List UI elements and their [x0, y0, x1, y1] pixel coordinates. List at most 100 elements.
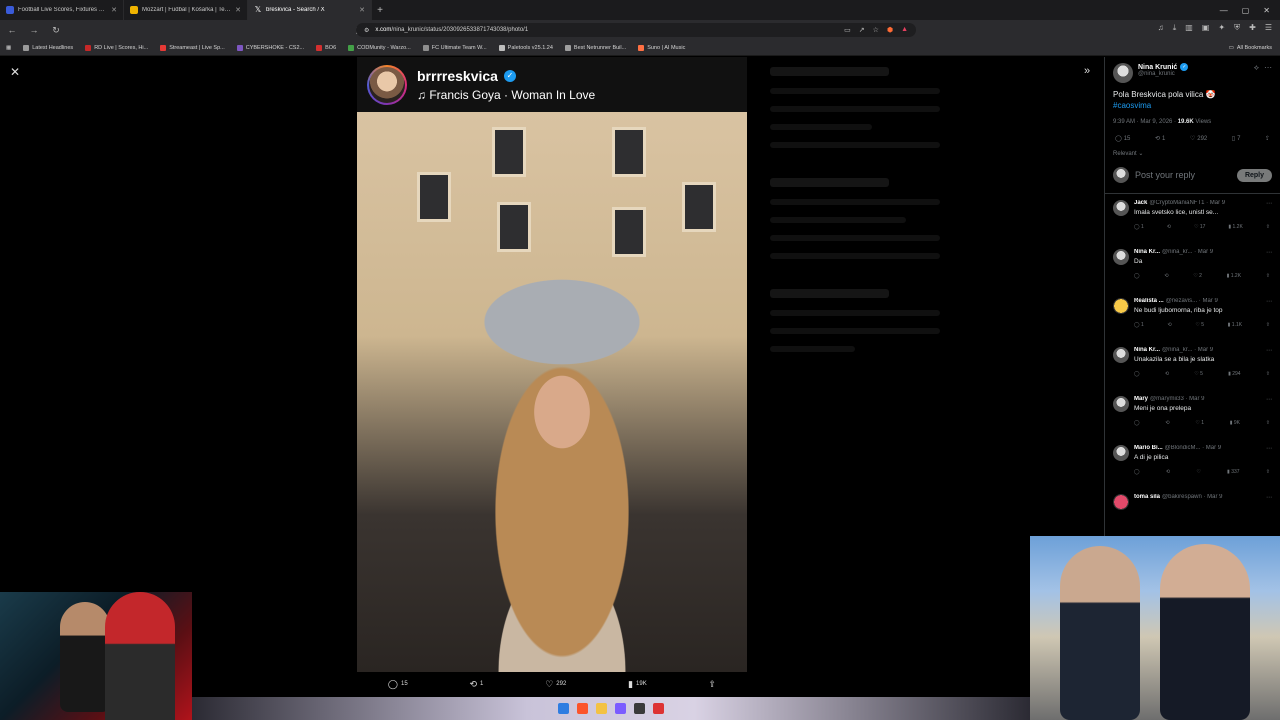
download-icon[interactable]: ⤓ — [1173, 23, 1177, 33]
shield-icon[interactable]: ⬢ — [887, 26, 893, 34]
reply-sort[interactable]: Relevant ⌄ — [1105, 142, 1280, 157]
repost-icon[interactable]: ⟲ — [1167, 224, 1171, 230]
bookmark-item[interactable]: Suno | AI Music — [638, 44, 685, 51]
avatar[interactable] — [1113, 249, 1129, 265]
share-button[interactable]: ⇪ — [709, 679, 717, 690]
music-icon[interactable]: ♫ — [1158, 23, 1164, 33]
repost-icon[interactable]: ⟲ — [1164, 273, 1168, 279]
all-bookmarks[interactable]: ▭ All Bookmarks — [1229, 40, 1272, 56]
more-icon[interactable]: ⋯ — [1266, 249, 1272, 256]
forward-icon[interactable]: → — [28, 25, 40, 35]
minimize-icon[interactable]: — — [1220, 6, 1228, 15]
comment-icon[interactable]: ◯ 1 — [1134, 322, 1144, 328]
comment-icon[interactable]: ◯ — [1134, 469, 1140, 475]
avatar[interactable] — [1113, 396, 1129, 412]
comment-icon[interactable]: ◯ — [1134, 273, 1140, 279]
share-button[interactable]: ⇪ — [1265, 135, 1270, 142]
reply-submit-button[interactable]: Reply — [1236, 168, 1272, 182]
menu-icon[interactable]: ☰ — [1265, 23, 1272, 33]
comment-icon[interactable]: ◯ 1 — [1134, 224, 1144, 230]
repost-icon[interactable]: ⟲ — [1165, 371, 1169, 377]
tab-mozzart[interactable]: Mozzart | Fudbal | Košarka | Tenis | Hok… — [124, 0, 248, 20]
share-icon[interactable]: ⇪ — [1266, 322, 1270, 328]
close-window-icon[interactable]: ✕ — [1263, 6, 1270, 15]
bookmark-item[interactable]: Latest Headlines — [23, 44, 73, 51]
list-item[interactable]: toma sila @bakirespawn · Mar 9 ⋯ — [1105, 488, 1280, 537]
vpn-icon[interactable]: ⛨ — [1234, 23, 1240, 33]
bookmark-item[interactable]: BO6 — [316, 44, 336, 51]
maximize-icon[interactable]: ▢ — [1242, 6, 1250, 15]
rewards-icon[interactable]: ▲ — [901, 26, 908, 34]
more-icon[interactable]: ⋯ — [1266, 200, 1272, 207]
wallet-icon[interactable]: ▣ — [1202, 23, 1210, 33]
more-icon[interactable]: ⋯ — [1266, 445, 1272, 452]
avatar[interactable] — [1113, 494, 1129, 510]
avatar[interactable] — [1113, 347, 1129, 363]
more-icon[interactable]: ⋯ — [1266, 298, 1272, 305]
like-button[interactable]: ♡ 292 — [1190, 135, 1207, 143]
comment-icon[interactable]: ◯ — [1134, 420, 1140, 426]
leo-icon[interactable]: ✦ — [1218, 23, 1225, 33]
url-bar[interactable]: ⚙ x.com/nina_krunic/status/2030926533871… — [356, 23, 916, 37]
bookmark-item[interactable]: Paletools v25.1.24 — [498, 44, 553, 51]
folder-icon[interactable] — [596, 703, 607, 714]
repost-button[interactable]: ⟲ 1 — [469, 679, 483, 690]
bookmark-button[interactable]: ▯ 7 — [1232, 135, 1241, 143]
chart-icon[interactable]: ▮ 337 — [1227, 469, 1239, 475]
close-icon[interactable]: ✕ — [111, 6, 117, 14]
screen-icon[interactable]: ▭ — [844, 26, 851, 34]
share-icon[interactable]: ⇪ — [1266, 224, 1270, 230]
close-icon[interactable]: ✕ — [10, 65, 20, 79]
bookmark-item[interactable]: FC Ultimate Team W... — [422, 44, 487, 51]
close-icon[interactable]: ✕ — [235, 6, 241, 14]
post-photo[interactable] — [357, 112, 747, 672]
collapse-panel-icon[interactable]: » — [1084, 65, 1090, 77]
avatar[interactable] — [1113, 63, 1133, 83]
repost-icon[interactable]: ⟲ — [1165, 420, 1169, 426]
heart-icon[interactable]: ♡ 5 — [1194, 371, 1203, 377]
reply-input[interactable]: Post your reply — [1135, 170, 1231, 180]
repost-button[interactable]: ⟲ 1 — [1155, 135, 1165, 143]
more-icon[interactable]: ⋯ — [1264, 63, 1272, 83]
chart-icon[interactable]: ▮ 1.2K — [1228, 224, 1242, 230]
chart-icon[interactable]: ▮ 1.1K — [1228, 322, 1242, 328]
extensions-icon[interactable]: ✚ — [1249, 23, 1256, 33]
bookmark-item[interactable]: Best Netrunner Buil... — [564, 44, 626, 51]
share-icon[interactable]: ⇪ — [1266, 273, 1270, 279]
apps-icon[interactable]: ▦ — [6, 45, 11, 51]
new-tab-button[interactable]: + — [372, 5, 388, 16]
avatar[interactable] — [1113, 445, 1129, 461]
author-handle[interactable]: @nina_krunic — [1138, 71, 1249, 77]
list-item[interactable]: Mary @marymii33 · Mar 9 ⋯ Meni je ona prel… — [1105, 390, 1280, 439]
bookmark-item[interactable]: Streameast | Live Sp... — [160, 44, 225, 51]
avatar[interactable] — [1113, 200, 1129, 216]
chart-icon[interactable]: ▮ 9K — [1230, 420, 1240, 426]
more-icon[interactable]: ⋯ — [1266, 494, 1272, 501]
more-icon[interactable]: ⋯ — [1266, 347, 1272, 354]
share-icon[interactable]: ⇪ — [1266, 371, 1270, 377]
hashtag-link[interactable]: #caosvima — [1113, 100, 1272, 111]
tab-football[interactable]: Football Live Scores, Fixtures & Odds ✕ — [0, 0, 124, 20]
site-info-icon[interactable]: ⚙ — [364, 27, 369, 34]
chart-icon[interactable]: ▮ 294 — [1228, 371, 1240, 377]
reply-button[interactable]: ◯ 15 — [1115, 135, 1130, 143]
heart-icon[interactable]: ♡ — [1196, 469, 1200, 475]
bookmark-item[interactable]: CYBERSHOKE - CS2... — [236, 44, 304, 51]
list-item[interactable]: Mario Bi... @BlondicM... · Mar 9 ⋯ A di je… — [1105, 439, 1280, 488]
repost-icon[interactable]: ⟲ — [1166, 469, 1170, 475]
list-item[interactable]: Nina Kr... @nina_kr... · Mar 9 ⋯ Da ◯ ⟲ ♡ 2 ▮… — [1105, 243, 1280, 292]
share-icon[interactable]: ↗ — [859, 26, 865, 34]
app-icon[interactable] — [615, 703, 626, 714]
app-icon[interactable] — [653, 703, 664, 714]
share-icon[interactable]: ⇪ — [1266, 469, 1270, 475]
back-icon[interactable]: ← — [6, 25, 18, 35]
brave-icon[interactable] — [577, 703, 588, 714]
app-icon[interactable] — [634, 703, 645, 714]
like-button[interactable]: ♡ 292 — [545, 679, 566, 690]
windows-start-icon[interactable] — [558, 703, 569, 714]
close-icon[interactable]: ✕ — [359, 6, 365, 14]
tab-x-search[interactable]: 𝕏 breskvica - Search / X ✕ — [248, 0, 372, 20]
heart-icon[interactable]: ♡ 2 — [1193, 273, 1202, 279]
list-item[interactable]: Nina Kr... @nina_kr... · Mar 9 ⋯ Unakazila… — [1105, 341, 1280, 390]
bookmark-item[interactable]: RD Live | Scores, Hi... — [85, 44, 148, 51]
